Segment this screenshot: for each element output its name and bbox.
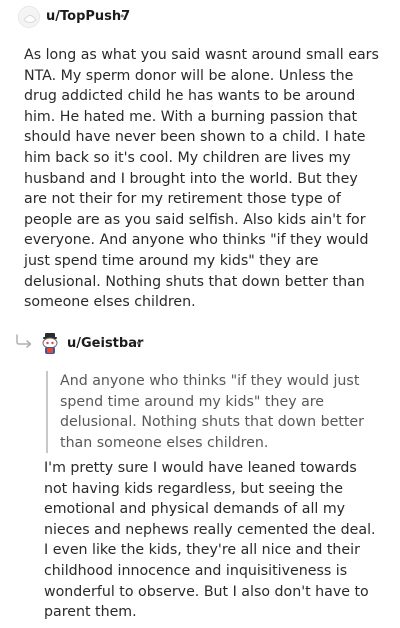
snoo-avatar-icon[interactable] (38, 332, 62, 356)
block-quote: And anyone who thinks "if they would jus… (46, 371, 378, 454)
comment-author[interactable]: u/Geistbar (67, 336, 143, 351)
comment-author[interactable]: u/TopPush7 (46, 9, 130, 24)
separator-dot: • (119, 10, 126, 23)
default-user-avatar-icon[interactable] (18, 6, 40, 28)
separator-dot: • (135, 337, 142, 350)
comment-body: I'm pretty sure I would have leaned towa… (44, 460, 376, 621)
comment-body: As long as what you said wasnt around sm… (24, 47, 379, 311)
reply-arrow-icon (14, 333, 34, 352)
